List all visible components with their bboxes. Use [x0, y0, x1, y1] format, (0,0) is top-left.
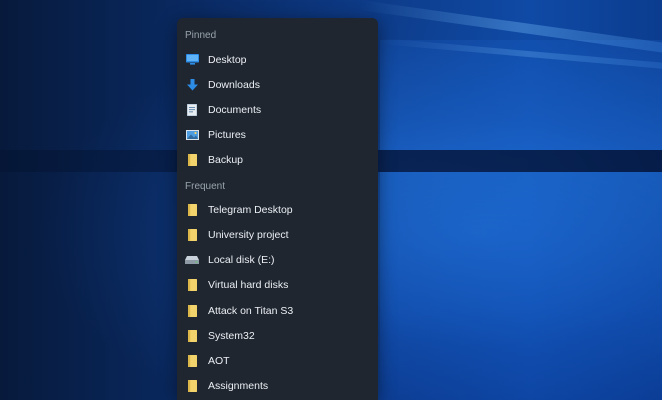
folder-icon	[185, 304, 199, 318]
frequent-item-label: Local disk (E:)	[208, 253, 275, 266]
pinned-item-documents[interactable]: Documents	[177, 97, 378, 122]
pinned-item-desktop[interactable]: Desktop	[177, 47, 378, 72]
pinned-item-label: Pictures	[208, 128, 246, 141]
frequent-item-label: Assignments	[208, 379, 269, 392]
pinned-header: Pinned	[185, 30, 217, 41]
pinned-item-label: Backup	[208, 153, 244, 166]
folder-icon	[185, 329, 199, 343]
frequent-item-label: AOT	[208, 354, 230, 367]
explorer-jump-list: Pinned Desktop Downloads Documents Pictu…	[177, 18, 378, 400]
pinned-item-pictures[interactable]: Pictures	[177, 122, 378, 147]
folder-icon	[185, 203, 199, 217]
pinned-item-label: Desktop	[208, 53, 247, 66]
folder-icon	[185, 228, 199, 242]
pinned-item-backup[interactable]: Backup	[177, 147, 378, 172]
drive-icon	[185, 253, 199, 267]
frequent-item-label: Virtual hard disks	[208, 278, 289, 291]
downloads-icon	[185, 78, 199, 92]
pinned-item-label: Downloads	[208, 78, 260, 91]
pinned-item-downloads[interactable]: Downloads	[177, 72, 378, 97]
wallpaper-light-panel	[380, 172, 662, 400]
frequent-item-label: Attack on Titan S3	[208, 304, 294, 317]
frequent-item-attack-on-titan-s3[interactable]: Attack on Titan S3	[177, 298, 378, 323]
pictures-icon	[185, 128, 199, 142]
frequent-item-system32[interactable]: System32	[177, 323, 378, 348]
folder-icon	[185, 153, 199, 167]
folder-icon	[185, 354, 199, 368]
frequent-item-local-disk-e[interactable]: Local disk (E:)	[177, 247, 378, 272]
frequent-item-label: System32	[208, 329, 255, 342]
wallpaper-light-top	[380, 40, 662, 150]
frequent-item-virtual-hard-disks[interactable]: Virtual hard disks	[177, 272, 378, 297]
pinned-item-label: Documents	[208, 103, 262, 116]
folder-icon	[185, 379, 199, 393]
documents-icon	[185, 103, 199, 117]
desktop-icon	[185, 53, 199, 67]
frequent-header: Frequent	[185, 181, 226, 192]
folder-icon	[185, 278, 199, 292]
frequent-item-aot[interactable]: AOT	[177, 348, 378, 373]
frequent-item-assignments[interactable]: Assignments	[177, 373, 378, 398]
frequent-item-label: Telegram Desktop	[208, 203, 293, 216]
frequent-item-label: University project	[208, 228, 289, 241]
frequent-item-telegram-desktop[interactable]: Telegram Desktop	[177, 197, 378, 222]
frequent-item-university-project[interactable]: University project	[177, 222, 378, 247]
